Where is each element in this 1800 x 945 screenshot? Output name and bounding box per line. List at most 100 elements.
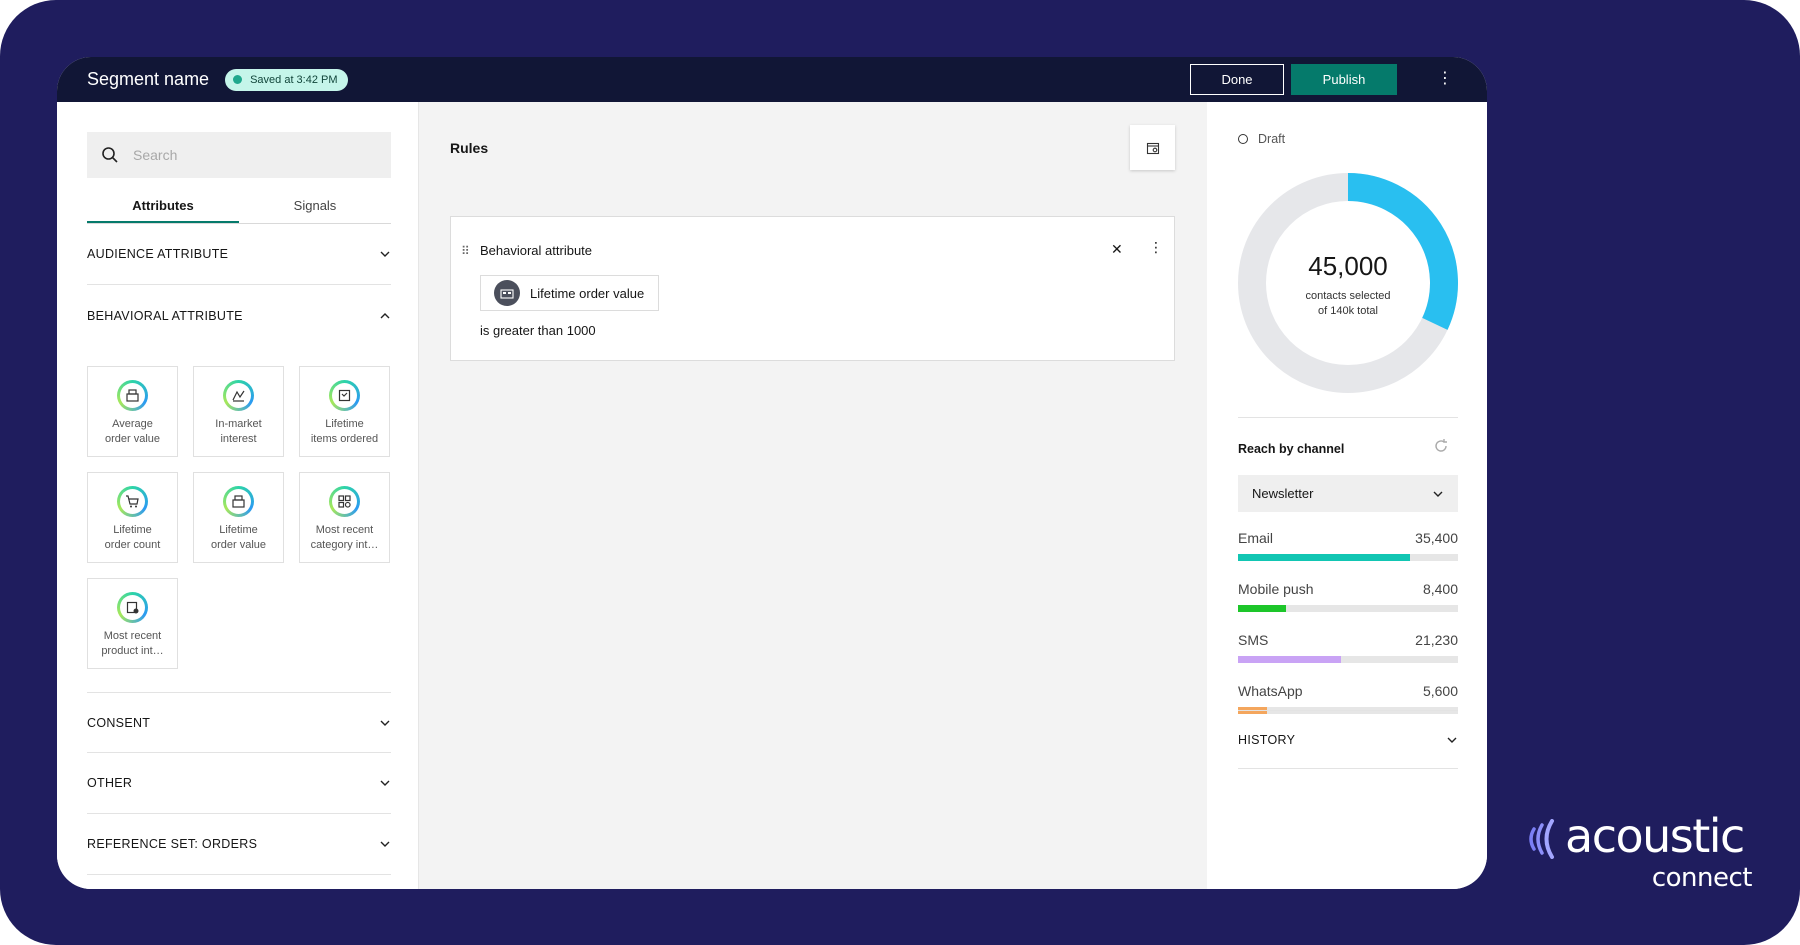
channel-name: SMS: [1238, 632, 1269, 648]
rule-card[interactable]: ⠿ Behavioral attribute ✕ ⋮ Lifetime orde…: [450, 216, 1175, 361]
search-icon: [102, 147, 118, 163]
brand-wordmark: acoustic: [1565, 809, 1745, 863]
top-bar: Segment name Saved at 3:42 PM Done Publi…: [57, 57, 1487, 102]
segment-title[interactable]: Segment name: [87, 69, 209, 90]
chevron-down-icon: [380, 841, 390, 847]
chevron-down-icon: [380, 251, 390, 257]
section-audience-attribute[interactable]: AUDIENCE ATTRIBUTE: [87, 224, 391, 285]
tab-signals[interactable]: Signals: [239, 194, 391, 223]
reach-by-channel-title: Reach by channel: [1238, 442, 1345, 456]
tab-attributes[interactable]: Attributes: [87, 194, 239, 223]
attribute-chip-label: Lifetime order value: [530, 285, 645, 301]
attribute-chip[interactable]: Lifetime order value: [480, 275, 660, 311]
search-placeholder: Search: [133, 147, 178, 163]
tile-label: Most recent product int…: [101, 630, 164, 657]
tile-label: Lifetime items ordered: [310, 418, 379, 445]
summary-panel: Draft 45,000 contacts selected of 140k to…: [1207, 102, 1487, 889]
more-options-icon[interactable]: ⋮: [1149, 239, 1163, 256]
publish-button[interactable]: Publish: [1291, 64, 1397, 95]
section-behavioral-attribute[interactable]: BEHAVIORAL ATTRIBUTE: [87, 285, 391, 346]
channel-bar: [1238, 554, 1458, 561]
channel-name: WhatsApp: [1238, 683, 1303, 699]
rule-condition[interactable]: is greater than 1000: [480, 323, 596, 338]
done-button[interactable]: Done: [1190, 64, 1284, 95]
attribute-tile-lifetime-order-value[interactable]: Lifetime order value: [193, 472, 284, 563]
rule-category: Behavioral attribute: [480, 243, 593, 258]
search-input[interactable]: Search: [87, 132, 391, 178]
refresh-icon[interactable]: [1433, 438, 1449, 454]
attribute-tile-lifetime-items-ordered[interactable]: Lifetime items ordered: [299, 366, 390, 457]
cart-icon: [117, 486, 148, 517]
app-window: Segment name Saved at 3:42 PM Done Publi…: [57, 57, 1487, 889]
saved-status-text: Saved at 3:42 PM: [250, 73, 338, 86]
channel-value: 5,600: [1422, 683, 1458, 699]
attribute-tile-lifetime-order-count[interactable]: Lifetime order count: [87, 472, 178, 563]
history-section[interactable]: HISTORY: [1238, 710, 1458, 769]
register-icon: [494, 280, 520, 306]
channel-bar: [1238, 656, 1458, 663]
attribute-tile-in-market-interest[interactable]: In-market interest: [193, 366, 284, 457]
calendar-settings-icon: [1146, 142, 1159, 154]
contacts-caption: contacts selected of 140k total: [1305, 290, 1391, 317]
attribute-tile-most-recent-product[interactable]: Most recent product int…: [87, 578, 178, 669]
attribute-tile-most-recent-category[interactable]: Most recent category int…: [299, 472, 390, 563]
channel-value: 35,400: [1415, 530, 1458, 546]
product-icon: [117, 592, 148, 623]
drag-handle-icon[interactable]: ⠿: [461, 244, 470, 258]
status-text: Draft: [1258, 132, 1286, 146]
section-reference-set-orders[interactable]: REFERENCE SET: ORDERS: [87, 814, 391, 875]
chart-icon: [223, 380, 254, 411]
attribute-tabs: Attributes Signals: [87, 194, 391, 224]
tile-label: In-market interest: [215, 418, 262, 445]
channel-row-sms: SMS 21,230: [1238, 632, 1458, 663]
section-label: OTHER: [87, 776, 133, 790]
draft-status-icon: [1238, 134, 1248, 144]
channel-select[interactable]: Newsletter: [1238, 475, 1458, 512]
channel-bar-fill: [1238, 554, 1410, 561]
channel-name: Email: [1238, 530, 1274, 546]
rules-canvas: Rules ⠿ Behavioral attribute ✕ ⋮ Lifetim…: [419, 102, 1207, 889]
channel-value: 21,230: [1415, 632, 1458, 648]
chevron-down-icon: [1447, 737, 1457, 743]
section-label: AUDIENCE ATTRIBUTE: [87, 247, 229, 261]
channel-select-value: Newsletter: [1252, 486, 1314, 501]
saved-dot-icon: [233, 75, 243, 84]
section-label: REFERENCE SET: ORDERS: [87, 837, 258, 851]
channel-row-mobile-push: Mobile push 8,400: [1238, 581, 1458, 612]
section-label: BEHAVIORAL ATTRIBUTE: [87, 308, 243, 323]
attribute-tile-average-order-value[interactable]: Average order value: [87, 366, 178, 457]
tile-label: Lifetime order count: [104, 524, 161, 551]
divider: [1238, 417, 1458, 418]
section-consent[interactable]: CONSENT: [87, 692, 391, 753]
channel-bar: [1238, 605, 1458, 612]
contacts-donut-chart: 45,000 contacts selected of 140k total: [1238, 173, 1458, 393]
channel-bar-fill: [1238, 656, 1342, 663]
tile-label: Lifetime order value: [210, 524, 267, 551]
sound-waves-icon: [1529, 819, 1554, 859]
more-options-icon[interactable]: ⋮: [1437, 69, 1453, 89]
chevron-down-icon: [1433, 491, 1443, 497]
acoustic-connect-logo: acoustic connect: [1522, 809, 1758, 895]
chevron-up-icon: [380, 312, 390, 318]
channel-value: 8,400: [1422, 581, 1458, 597]
attribute-sidebar: Search Attributes Signals AUDIENCE ATTRI…: [57, 102, 419, 889]
section-other[interactable]: OTHER: [87, 753, 391, 814]
tile-label: Average order value: [104, 418, 161, 445]
chevron-down-icon: [380, 780, 390, 786]
channel-name: Mobile push: [1238, 581, 1314, 597]
section-label: CONSENT: [87, 715, 151, 730]
close-icon[interactable]: ✕: [1111, 241, 1123, 258]
chevron-down-icon: [380, 720, 390, 726]
rules-settings-button[interactable]: [1130, 125, 1175, 170]
saved-status-badge: Saved at 3:42 PM: [225, 68, 348, 91]
tile-label: Most recent category int…: [310, 524, 379, 551]
donut-svg: [1238, 173, 1458, 393]
register-icon: [117, 380, 148, 411]
brand-subtitle: connect: [1651, 863, 1753, 893]
history-label: HISTORY: [1238, 732, 1296, 747]
channel-bar-fill: [1238, 605, 1287, 612]
channel-row-email: Email 35,400: [1238, 530, 1458, 561]
status-indicator: Draft: [1238, 132, 1285, 146]
box-icon: [329, 380, 360, 411]
register-icon: [223, 486, 254, 517]
